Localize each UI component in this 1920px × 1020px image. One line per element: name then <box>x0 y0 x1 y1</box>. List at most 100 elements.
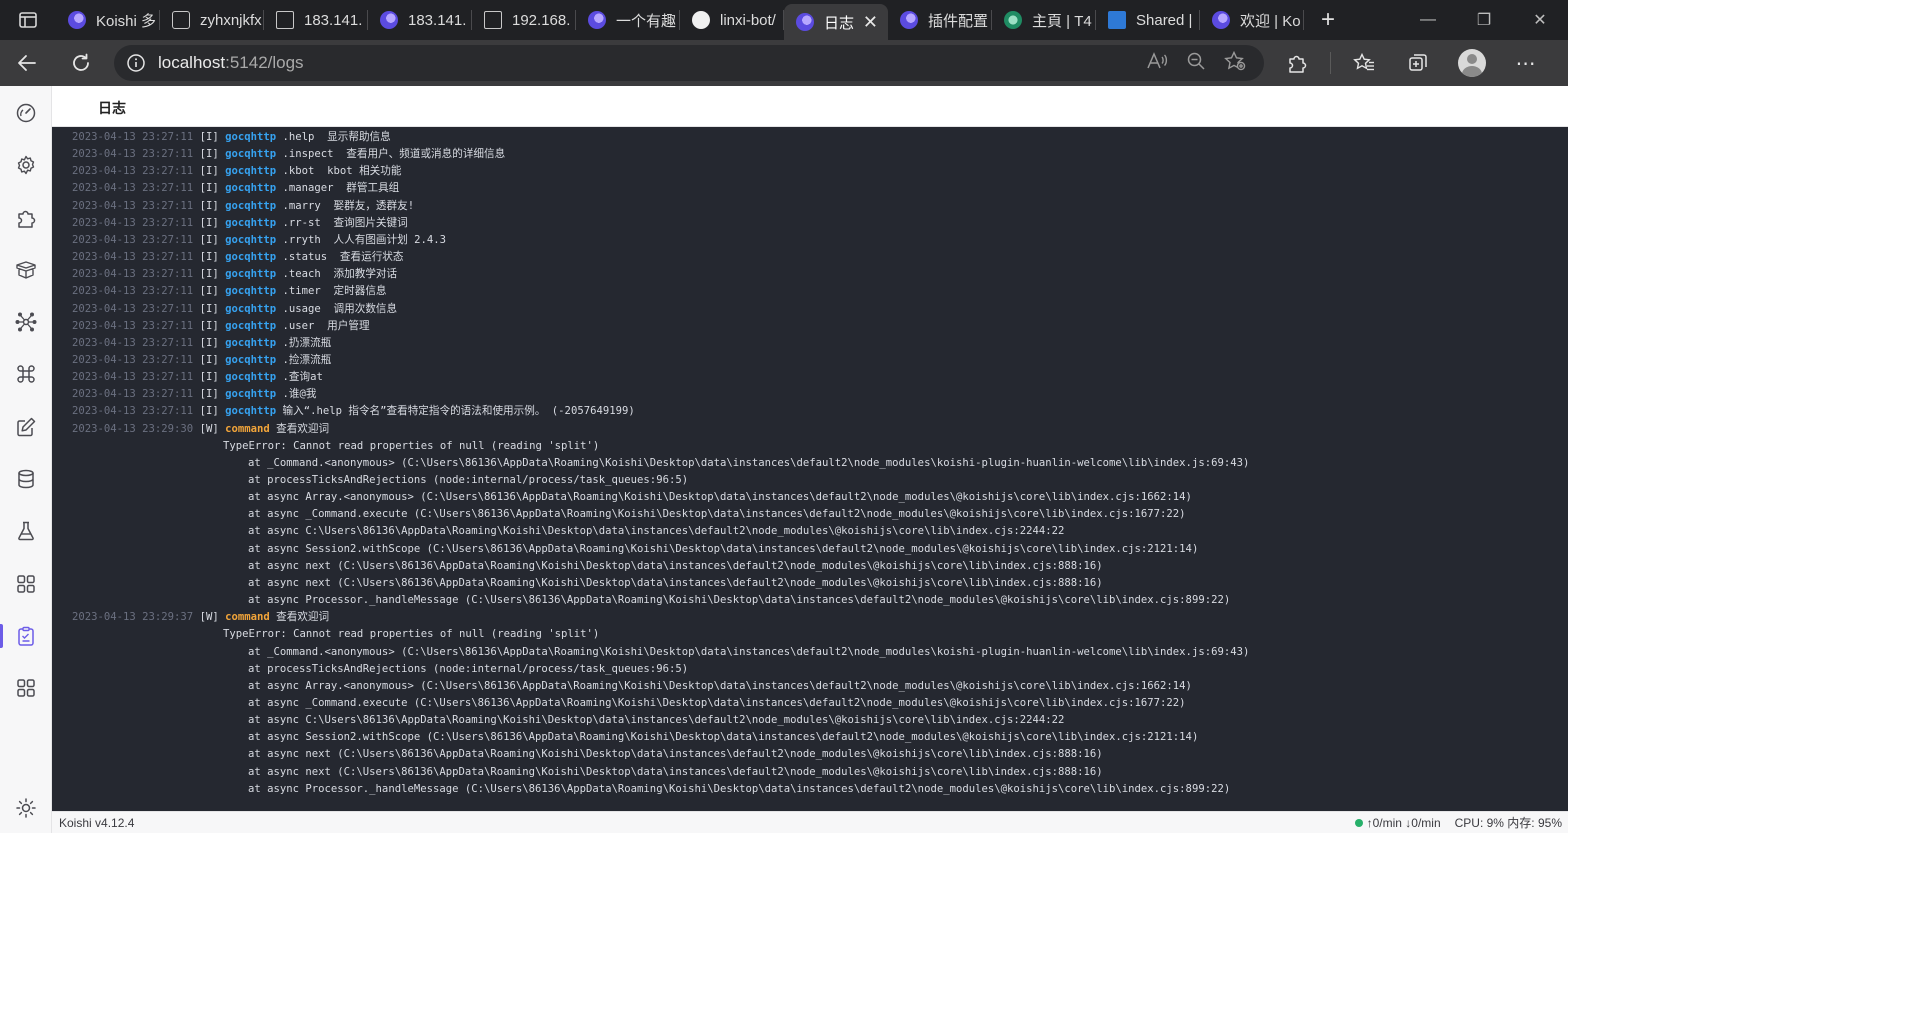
browser-tab[interactable]: zyhxnjkfx <box>160 0 264 40</box>
stack-trace-text: at async next (C:\Users\86136\AppData\Ro… <box>248 576 1103 589</box>
log-message: .rr-st 查询图片关键词 <box>282 216 408 229</box>
log-message: .user 用户管理 <box>282 319 370 332</box>
log-message: .inspect 查看用户、频道或消息的详细信息 <box>282 148 506 161</box>
browser-tab[interactable]: 183.141. <box>264 0 368 40</box>
favorites-star-icon <box>1353 52 1374 71</box>
settings-gear-icon <box>17 155 35 175</box>
log-label: gocqhttp <box>225 165 277 178</box>
browser-tab[interactable]: 主頁 | T4 <box>992 0 1096 40</box>
sidebar-item-database[interactable] <box>0 459 52 499</box>
log-timestamp: 2023-04-13 23:27:11 <box>72 285 194 298</box>
stack-trace-line: at async _Command.execute (C:\Users\8613… <box>248 506 1186 523</box>
browser-tab[interactable]: 192.168. <box>472 0 576 40</box>
stack-trace-text: at async Processor._handleMessage (C:\Us… <box>248 782 1231 795</box>
log-timestamp: 2023-04-13 23:27:11 <box>72 336 194 349</box>
dashboard-icon <box>16 103 36 123</box>
stack-trace-line: at async C:\Users\86136\AppData\Roaming\… <box>248 712 1064 729</box>
zoom-out-icon[interactable] <box>1186 51 1206 76</box>
collections-button[interactable] <box>1391 52 1445 74</box>
stack-trace-line: at _Command.<anonymous> (C:\Users\86136\… <box>248 455 1249 472</box>
log-entry: 2023-04-13 23:27:11 [I] gocqhttp .inspec… <box>72 146 505 163</box>
log-level: [I] <box>199 131 219 143</box>
log-label: gocqhttp <box>225 216 277 229</box>
back-button[interactable] <box>0 52 54 74</box>
browser-tab-strip: Koishi 多 zyhxnjkfx 183.141. 183.141. 192.168… <box>0 0 1568 40</box>
log-label: gocqhttp <box>225 131 277 143</box>
add-favorite-icon[interactable] <box>1224 50 1246 76</box>
stack-trace-line: at async Array.<anonymous> (C:\Users\861… <box>248 489 1192 506</box>
profile-button[interactable] <box>1445 49 1499 77</box>
sidebar-item-market[interactable] <box>0 250 52 290</box>
more-menu-button[interactable]: ⋯ <box>1499 51 1553 76</box>
sidebar-item-commands[interactable] <box>0 354 52 394</box>
browser-tab[interactable]: 183.141. <box>368 0 472 40</box>
sidebar-item-settings[interactable] <box>0 145 52 185</box>
sidebar-item-plugins[interactable] <box>0 198 52 238</box>
log-timestamp: 2023-04-13 23:29:30 <box>72 422 194 435</box>
stack-trace-line: at async Processor._handleMessage (C:\Us… <box>248 781 1230 798</box>
stack-trace-text: at async Array.<anonymous> (C:\Users\861… <box>248 679 1192 692</box>
document-favicon <box>484 11 502 29</box>
minimize-button[interactable]: — <box>1400 0 1456 40</box>
sidebar-item-sandbox[interactable] <box>0 511 52 551</box>
sidebar-item-dependencies[interactable] <box>0 302 52 342</box>
document-favicon <box>276 11 294 29</box>
browser-tab[interactable]: Koishi 多 <box>56 0 160 40</box>
log-label: gocqhttp <box>225 388 277 401</box>
site-info-icon[interactable] <box>114 53 158 73</box>
log-entry: 2023-04-13 23:27:11 [I] gocqhttp .timer … <box>72 283 387 300</box>
koishi-favicon <box>380 11 398 29</box>
stack-trace-line: at async _Command.execute (C:\Users\8613… <box>248 695 1186 712</box>
sidebar-item-locales[interactable] <box>0 407 52 447</box>
log-entry: 2023-04-13 23:27:11 [I] gocqhttp .usage … <box>72 301 397 318</box>
extensions-button[interactable] <box>1270 52 1324 74</box>
tab-actions-button[interactable] <box>0 0 56 40</box>
restore-button[interactable]: ❐ <box>1456 0 1512 40</box>
blocked-page-favicon <box>172 11 190 29</box>
log-timestamp: 2023-04-13 23:27:11 <box>72 388 194 401</box>
close-window-button[interactable]: ✕ <box>1512 0 1568 40</box>
sidebar-item-apps[interactable] <box>0 564 52 604</box>
read-aloud-icon[interactable] <box>1146 51 1168 76</box>
sidebar-item-apps-2[interactable] <box>0 668 52 708</box>
browser-tab[interactable]: linxi-bot/ <box>680 0 784 40</box>
log-label: gocqhttp <box>225 371 277 384</box>
log-level: [W] <box>199 422 219 435</box>
log-timestamp: 2023-04-13 23:29:37 <box>72 611 194 624</box>
tab-title: 一个有趣 <box>616 12 677 30</box>
log-label: gocqhttp <box>225 353 277 366</box>
rate-down: ↓0/min <box>1405 815 1441 830</box>
browser-tab[interactable]: 一个有趣 <box>576 0 680 40</box>
new-tab-button[interactable]: + <box>1304 0 1352 40</box>
tab-title: zyhxnjkfx <box>200 11 262 29</box>
browser-tab[interactable]: 欢迎 | Ko <box>1200 0 1304 40</box>
tab-close-icon[interactable]: ✕ <box>863 12 878 33</box>
log-message: .rryth 人人有图画计划 2.4.3 <box>282 233 446 246</box>
log-entry: 2023-04-13 23:27:11 [I] gocqhttp .user 用… <box>72 318 370 335</box>
log-level: [I] <box>199 302 219 315</box>
tab-title: linxi-bot/ <box>720 11 776 29</box>
sidebar-item-theme-toggle[interactable] <box>0 788 52 828</box>
log-timestamp: 2023-04-13 23:27:11 <box>72 216 194 229</box>
koishi-favicon <box>1212 11 1230 29</box>
collections-icon <box>1409 54 1427 71</box>
log-timestamp: 2023-04-13 23:27:11 <box>72 199 194 212</box>
favorites-button[interactable] <box>1337 52 1391 74</box>
log-panel[interactable]: 2023-04-13 23:27:11 [I] gocqhttp .help 显… <box>52 127 1568 811</box>
stack-trace-text: TypeError: Cannot read properties of nul… <box>223 628 600 641</box>
refresh-button[interactable] <box>54 52 108 74</box>
browser-tab[interactable]: 日志 ✕ <box>784 4 888 40</box>
browser-tab[interactable]: 插件配置 <box>888 0 992 40</box>
log-label: gocqhttp <box>225 148 277 161</box>
log-label: gocqhttp <box>225 285 277 298</box>
tab-title: 183.141. <box>408 11 467 29</box>
log-level: [I] <box>199 165 219 178</box>
sidebar-item-logs[interactable] <box>0 616 52 656</box>
log-message: .捡漂流瓶 <box>282 353 332 366</box>
sidebar-item-dashboard[interactable] <box>0 93 52 133</box>
apps-grid-icon <box>17 575 35 593</box>
browser-tab[interactable]: Shared | <box>1096 0 1200 40</box>
url-host: localhost <box>158 53 226 72</box>
address-bar[interactable]: localhost:5142/logs <box>114 45 1264 81</box>
database-icon <box>18 469 34 489</box>
